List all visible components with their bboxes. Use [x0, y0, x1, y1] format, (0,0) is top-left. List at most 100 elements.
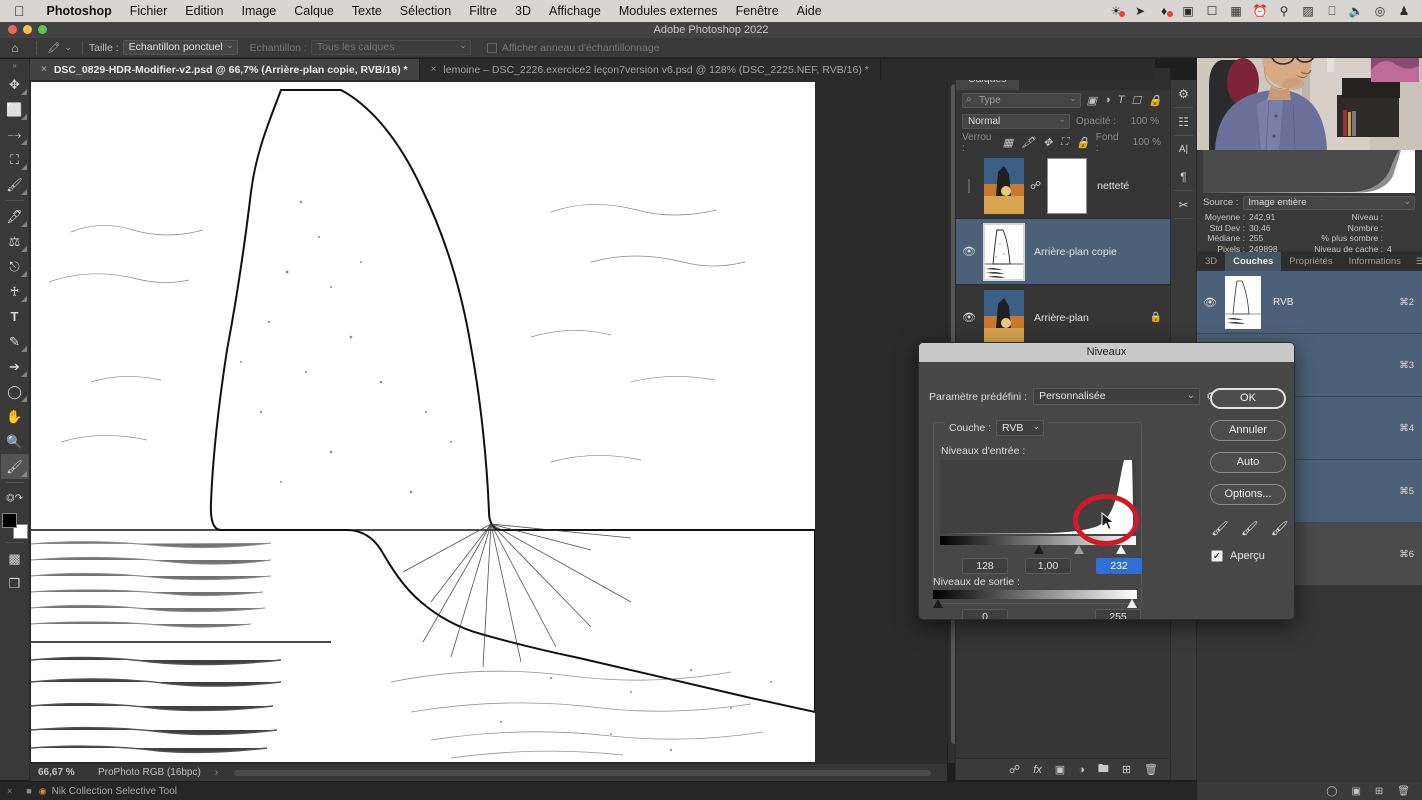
paragraph-icon[interactable]: ¶ — [1171, 163, 1196, 190]
current-tool-eyedropper[interactable]: 🖍 ⌄ — [43, 41, 76, 54]
dropbox-icon[interactable]: ♦ — [1152, 4, 1176, 18]
cancel-button[interactable]: Annuler — [1210, 420, 1286, 441]
link-icon[interactable]: ☍ — [1009, 763, 1020, 776]
menu-item-filtre[interactable]: Filtre — [460, 0, 506, 22]
ellipse-tool-icon[interactable]: ◯ — [1, 379, 29, 404]
smart-filter-icon[interactable]: 🔒 — [1148, 94, 1162, 107]
layer-name[interactable]: Arrière-plan copie — [1030, 246, 1162, 258]
status-expand-icon[interactable]: › — [201, 767, 218, 778]
close-icon[interactable]: × — [431, 64, 437, 75]
sample-layers-dropdown[interactable]: Tous les calques — [310, 39, 471, 55]
white-point-slider[interactable] — [1116, 545, 1126, 554]
tool-presets-icon[interactable]: ✂ — [1171, 191, 1196, 218]
control-center-icon[interactable]: ◎ — [1368, 4, 1392, 18]
channel-thumbnail[interactable] — [1225, 275, 1261, 329]
layer-mask-thumbnail[interactable] — [1047, 157, 1088, 214]
adjustment-icon[interactable]: ◑ — [1078, 764, 1085, 776]
document-tab-active[interactable]: × DSC_0829-HDR-Modifier-v2.psd @ 66,7% (… — [30, 59, 420, 80]
search-binocular-icon[interactable]: ⚲ — [1272, 4, 1296, 18]
columns-icon[interactable]: ▨ — [1296, 4, 1320, 18]
screen-icon[interactable]: ☐ — [1200, 4, 1224, 18]
marquee-tool-icon[interactable]: ⬜ — [1, 97, 29, 122]
menu-item-aide[interactable]: Aide — [788, 0, 831, 22]
preview-checkbox[interactable]: ✓ — [1211, 550, 1223, 562]
input-slider-track[interactable] — [940, 545, 1136, 556]
lock-artboard-icon[interactable]: ⛶ — [1060, 136, 1068, 149]
layer-thumbnail[interactable] — [984, 157, 1024, 214]
layer-visibility-toggle[interactable] — [960, 178, 978, 193]
video-record-icon[interactable]: ▣ — [1176, 4, 1200, 18]
menu-item-modules-externes[interactable]: Modules externes — [610, 0, 727, 22]
layer-row-nettete[interactable]: ☍ netteté — [956, 153, 1170, 219]
pixel-filter-icon[interactable]: ▣ — [1087, 94, 1097, 107]
canvas-area[interactable] — [30, 80, 947, 763]
foreground-color-swatch[interactable] — [1, 513, 17, 528]
preview-checkbox-row[interactable]: ✓ Aperçu — [1211, 550, 1265, 562]
mask-icon[interactable]: ▣ — [1055, 763, 1065, 776]
document-canvas[interactable] — [31, 82, 815, 762]
volume-icon[interactable]: 🔈 — [1344, 4, 1368, 18]
menu-item-photoshop[interactable]: Photoshop — [38, 0, 121, 22]
quick-mask-mode-icon[interactable]: ▩ — [1, 546, 29, 571]
screen-mode-icon[interactable]: ❐ — [1, 571, 29, 596]
layer-row-arriere-plan-copie[interactable]: 👁 Arrière-plan copie — [956, 219, 1170, 285]
lock-all-icon[interactable]: 🔒 — [1076, 136, 1090, 149]
tab-informations[interactable]: Informations — [1341, 252, 1409, 271]
time-machine-icon[interactable]: ⏰ — [1248, 4, 1272, 18]
eyedropper-tool-icon[interactable]: 🖌 — [1, 172, 29, 197]
lasso-tool-icon[interactable]: ⤍ — [1, 122, 29, 147]
channel-dropdown[interactable]: RVB — [996, 419, 1045, 436]
menu-item-texte[interactable]: Texte — [343, 0, 391, 22]
fill-value[interactable]: 100 % — [1127, 136, 1164, 150]
menu-item-calque[interactable]: Calque — [285, 0, 343, 22]
menu-item-fichier[interactable]: Fichier — [121, 0, 177, 22]
panel-menu-icon[interactable]: ☰ — [1409, 252, 1422, 271]
libraries-icon[interactable]: ☷ — [1171, 108, 1196, 135]
output-black-value[interactable]: 0 — [962, 609, 1008, 619]
menu-item-fenetre[interactable]: Fenêtre — [727, 0, 788, 22]
panel-expand-icon[interactable]: » — [12, 59, 16, 72]
output-white-value[interactable]: 255 — [1095, 609, 1141, 619]
apple-logo-icon[interactable]:  — [14, 4, 25, 18]
lock-position-icon[interactable]: ✥ — [1043, 136, 1052, 149]
group-folder-icon[interactable]: 🖿 — [1098, 760, 1109, 779]
output-black-slider[interactable] — [933, 599, 943, 608]
display-icon[interactable]: ⎕ — [1320, 4, 1344, 19]
layer-thumbnail[interactable] — [984, 289, 1024, 346]
white-point-eyedropper-icon[interactable]: 🖌 — [1271, 520, 1289, 537]
brush-tool-icon[interactable]: 🖋 — [1, 204, 29, 229]
zoom-tool-icon[interactable]: 🔍 — [1, 429, 29, 454]
type-tool-icon[interactable]: T — [1, 304, 29, 329]
lock-transparency-icon[interactable]: ▦ — [1003, 136, 1013, 149]
character-icon[interactable]: A| — [1171, 136, 1196, 163]
channel-row-rvb[interactable]: 👁 RVB ⌘2 — [1197, 271, 1422, 334]
save-selection-icon[interactable]: ▣ — [1351, 786, 1360, 797]
close-icon[interactable]: × — [41, 64, 47, 75]
input-white-value[interactable]: 232 — [1096, 558, 1142, 574]
user-icon[interactable]: ♟ — [1392, 4, 1416, 18]
menu-item-selection[interactable]: Sélection — [391, 0, 460, 22]
mask-link-icon[interactable]: ☍ — [1030, 179, 1041, 192]
document-tab-secondary[interactable]: × lemoine – DSC_2226.exercice2 leçon7ver… — [420, 59, 881, 80]
layer-visibility-toggle[interactable]: 👁 — [960, 245, 978, 258]
tab-proprietes[interactable]: Propriétés — [1281, 252, 1340, 271]
hand-tool-icon[interactable]: ✋ — [1, 404, 29, 429]
menu-item-edition[interactable]: Edition — [176, 0, 232, 22]
chevron-down-icon[interactable]: ⌄ — [64, 42, 72, 53]
type-filter-icon[interactable]: T — [1118, 94, 1125, 107]
load-selection-icon[interactable]: ◯ — [1326, 786, 1337, 797]
adjustments-icon[interactable]: ⚙ — [1171, 80, 1196, 107]
menu-item-3d[interactable]: 3D — [506, 0, 540, 22]
close-icon[interactable]: × — [0, 786, 19, 796]
crop-tool-icon[interactable]: ⛶ — [1, 147, 29, 172]
ok-button[interactable]: OK — [1210, 388, 1286, 409]
adjustment-filter-icon[interactable]: ◑ — [1104, 94, 1111, 107]
tab-3d[interactable]: 3D — [1197, 252, 1225, 271]
eraser-tool-icon[interactable]: ⎋ — [1, 254, 29, 279]
clipboard-icon[interactable]: ▦ — [1224, 4, 1248, 18]
levels-dialog[interactable]: Niveaux Paramètre prédéfini : Personnali… — [918, 342, 1295, 620]
black-point-slider[interactable] — [1034, 545, 1044, 554]
channel-visibility-toggle[interactable]: 👁 — [1201, 296, 1219, 309]
black-point-eyedropper-icon[interactable]: 🖌 — [1211, 520, 1229, 537]
shape-filter-icon[interactable]: ☐ — [1131, 94, 1141, 107]
